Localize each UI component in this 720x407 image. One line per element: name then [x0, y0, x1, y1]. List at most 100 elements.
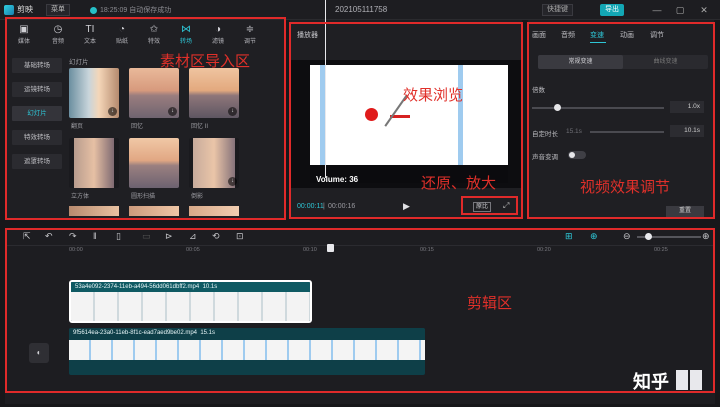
ruler-tick: 00:05	[186, 247, 200, 253]
multiplier-value[interactable]: 1.0x	[670, 101, 704, 113]
download-icon[interactable]: ↓	[228, 107, 237, 116]
pitch-toggle[interactable]	[568, 151, 586, 159]
category-basic[interactable]: 基础转场	[12, 58, 62, 73]
delete-icon[interactable]: ▯	[116, 231, 121, 242]
transition-name: 回忆	[131, 124, 144, 130]
category-list: 基础转场 运镜转场 幻灯片 特效转场 遮罩转场	[12, 58, 62, 178]
tool-label: 音频	[51, 39, 64, 45]
transition-thumb-flip[interactable]: ↓	[69, 68, 119, 118]
transition-icon: ⋈	[181, 24, 191, 35]
playhead-handle[interactable]	[327, 244, 334, 252]
clip-label: 53a4e092-2374-11eb-a494-56dd061dbff2.mp4…	[71, 282, 310, 292]
time-ruler[interactable]: 00:00 00:05 00:10 00:15 00:20 00:25	[65, 246, 715, 258]
watermark-badge	[676, 370, 688, 390]
app-name: 剪映	[17, 5, 33, 14]
ruler-tick: 00:00	[69, 247, 83, 253]
tool-adjust[interactable]: ≑ 调节	[237, 24, 263, 45]
maximize-icon[interactable]: ▢	[673, 3, 687, 17]
multiplier-slider[interactable]	[532, 107, 664, 109]
speed-mode-tabs: 常规变速 曲线变速	[538, 55, 708, 69]
track-cover-icon[interactable]: ◐	[29, 343, 49, 363]
zoom-slider-handle[interactable]	[645, 233, 652, 240]
download-icon[interactable]: ↓	[108, 107, 117, 116]
multiplier-label: 倍数	[532, 87, 545, 94]
transition-thumb-cube[interactable]	[69, 138, 119, 188]
clip-duration: 15.1s	[200, 330, 216, 336]
transition-thumb-circle-scan[interactable]	[129, 138, 179, 188]
redo-icon[interactable]: ↷	[69, 231, 77, 242]
tab-adjust[interactable]: 调节	[650, 30, 664, 40]
fullscreen-icon[interactable]: ⤢	[503, 201, 509, 211]
tab-curve-speed[interactable]: 曲线变速	[623, 55, 708, 69]
tab-animation[interactable]: 动画	[620, 30, 634, 40]
menu-button[interactable]: 菜单	[46, 4, 70, 16]
tab-audio[interactable]: 音频	[561, 30, 575, 40]
undo-icon[interactable]: ↶	[45, 231, 53, 242]
link-icon[interactable]: ⊕	[590, 231, 598, 242]
multiplier-slider-handle[interactable]	[554, 104, 561, 111]
autosave-status: 18:25:09 自动保存成功	[90, 5, 171, 15]
category-effect[interactable]: 特效转场	[12, 130, 62, 145]
tool-label: 贴纸	[115, 39, 128, 45]
timeline-toolbar: ⇱ ↶ ↷ ‖ ▯ ▭ ⊳ ⊿ ⟲ ⊡ ⊞ ⊕ ⊖ ⊕	[5, 228, 715, 246]
crop-icon[interactable]: ⊡	[236, 231, 244, 242]
mirror-icon[interactable]: ⊿	[189, 231, 197, 242]
video-clip-1[interactable]: 53a4e092-2374-11eb-a494-56dd061dbff2.mp4…	[69, 280, 312, 323]
tool-label: 转场	[179, 39, 192, 45]
category-slideshow[interactable]: 幻灯片	[12, 106, 62, 121]
transition-name: 圆形扫描	[131, 194, 156, 200]
tab-picture[interactable]: 画面	[532, 30, 546, 40]
tool-media[interactable]: ▣ 媒体	[11, 24, 37, 45]
download-icon[interactable]: ↓	[168, 107, 177, 116]
pitch-label: 声音变调	[532, 154, 558, 161]
project-title: 202105111758	[335, 5, 388, 14]
tool-label: 文本	[83, 39, 96, 45]
playhead[interactable]	[325, 0, 326, 178]
tool-sticker[interactable]: ◔ 贴纸	[109, 24, 135, 45]
tool-transition[interactable]: ⋈ 转场	[173, 24, 199, 45]
ruler-tick: 00:25	[654, 247, 668, 253]
tool-audio[interactable]: ◷ 音频	[45, 24, 71, 45]
tool-label: 调节	[243, 39, 256, 45]
clip-filename: 53a4e092-2374-11eb-a494-56dd061dbff2.mp4	[75, 284, 200, 290]
transition-thumb-reflection[interactable]: ↓	[189, 138, 239, 188]
tab-regular-speed[interactable]: 常规变速	[538, 55, 623, 69]
tool-text[interactable]: TI 文本	[77, 24, 103, 45]
reset-button[interactable]: 重置	[666, 206, 704, 217]
split-icon[interactable]: ‖	[93, 231, 97, 241]
tool-filter[interactable]: ◑ 滤镜	[205, 24, 231, 45]
duration-label: 自定时长	[532, 131, 558, 138]
star-icon: ✩	[149, 24, 159, 35]
transition-name: 翻页	[71, 124, 84, 130]
transition-name: 立方体	[71, 194, 90, 200]
annotation-label-edit: 剪辑区	[467, 294, 513, 312]
select-pointer-icon[interactable]: ⇱	[23, 231, 31, 242]
snap-icon[interactable]: ⊞	[565, 231, 573, 242]
export-button[interactable]: 导出	[600, 4, 624, 16]
play-icon[interactable]: ▶	[403, 201, 410, 212]
active-tab-underline	[590, 42, 606, 43]
duration-value[interactable]: 10.1s	[670, 125, 704, 137]
video-clip-2[interactable]: 9f5614ea-23a0-11eb-8f1c-ead7aed9be02.mp4…	[69, 328, 425, 375]
frame-caption: Volume: 36	[316, 175, 359, 184]
transition-thumb-memory[interactable]: ↓	[129, 68, 179, 118]
freeze-icon[interactable]: ▭	[142, 231, 151, 242]
category-camera[interactable]: 运镜转场	[12, 82, 62, 97]
tab-speed[interactable]: 变速	[590, 30, 604, 40]
zoom-out-icon[interactable]: ⊖	[623, 231, 631, 242]
transition-name: 回忆 II	[191, 124, 209, 130]
category-mask[interactable]: 遮罩转场	[12, 154, 62, 169]
app-logo: 剪映	[4, 4, 33, 15]
download-icon[interactable]: ↓	[228, 177, 237, 186]
transition-thumb-memory-ii[interactable]: ↓	[189, 68, 239, 118]
shortcut-button[interactable]: 快捷键	[542, 4, 573, 16]
tool-effects[interactable]: ✩ 特效	[141, 24, 167, 45]
minimize-icon[interactable]: —	[650, 3, 664, 17]
restore-ratio-button[interactable]: 原比	[473, 202, 492, 212]
rotate-icon[interactable]: ⟲	[212, 231, 220, 242]
zoom-in-icon[interactable]: ⊕	[702, 231, 710, 242]
reverse-icon[interactable]: ⊳	[165, 231, 173, 242]
transition-thumb-partial	[69, 206, 119, 216]
timeline-panel: ⇱ ↶ ↷ ‖ ▯ ▭ ⊳ ⊿ ⟲ ⊡ ⊞ ⊕ ⊖ ⊕ 00:00 00:05 …	[5, 228, 715, 404]
close-icon[interactable]: ✕	[697, 3, 711, 17]
